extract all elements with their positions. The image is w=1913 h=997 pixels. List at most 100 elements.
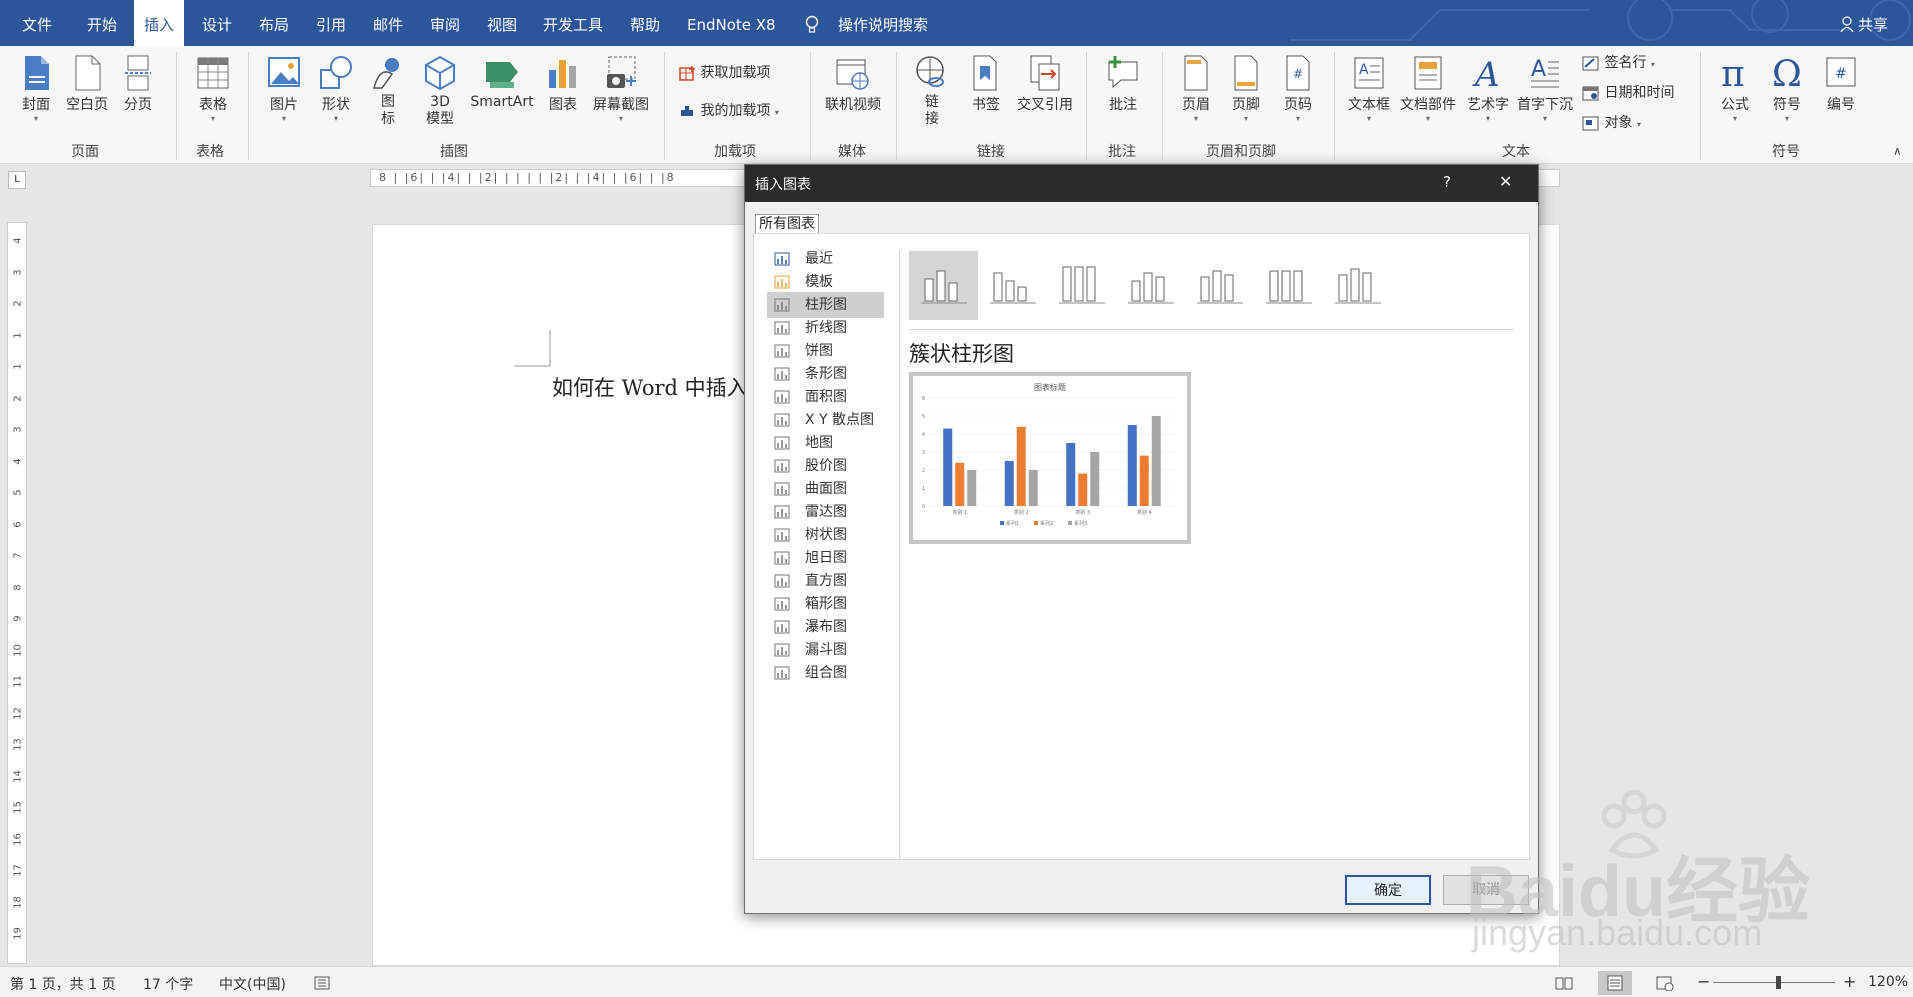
collapse-ribbon-icon[interactable]: ∧ xyxy=(1893,144,1902,158)
wordart-button[interactable]: A 艺术字 ▾ xyxy=(1462,54,1514,124)
tab-design[interactable]: 设计 xyxy=(202,0,232,46)
tab-mailings[interactable]: 邮件 xyxy=(373,0,403,46)
chart-category-item[interactable]: 组合图 xyxy=(767,660,884,686)
document-text[interactable]: 如何在 Word 中插入 xyxy=(552,372,748,402)
calendar-icon xyxy=(1582,86,1599,101)
chart-subtype-option[interactable] xyxy=(1254,251,1323,320)
chart-category-icon xyxy=(774,275,790,289)
tab-file[interactable]: 文件 xyxy=(22,0,52,46)
tab-endnote[interactable]: EndNote X8 xyxy=(687,0,776,46)
cross-reference-button[interactable]: 交叉引用 xyxy=(1012,54,1078,114)
chart-category-icon xyxy=(774,551,790,565)
tab-references[interactable]: 引用 xyxy=(316,0,346,46)
3d-models-button[interactable]: 3D 模型 xyxy=(418,54,462,128)
y-tick-label: 2 xyxy=(922,468,925,474)
print-layout-icon[interactable] xyxy=(1605,975,1625,991)
tab-layout[interactable]: 布局 xyxy=(259,0,289,46)
equation-button[interactable]: π 公式 ▾ xyxy=(1712,52,1758,124)
tab-all-charts[interactable]: 所有图表 xyxy=(755,214,819,233)
y-tick-label: 4 xyxy=(922,432,925,438)
get-addins-button[interactable]: 获取加载项 xyxy=(678,62,770,82)
ok-button[interactable]: 确定 xyxy=(1345,875,1431,905)
drop-cap-icon: A xyxy=(1531,57,1559,88)
header-button[interactable]: 页眉 ▾ xyxy=(1174,54,1218,124)
chart-subtype-option[interactable] xyxy=(978,251,1047,320)
tab-developer[interactable]: 开发工具 xyxy=(543,0,603,46)
page-info[interactable]: 第 1 页，共 1 页 xyxy=(10,974,116,994)
chart-button[interactable]: 图表 xyxy=(543,54,583,114)
language-indicator[interactable]: 中文(中国) xyxy=(219,974,286,994)
blank-page-button[interactable]: 空白页 xyxy=(62,54,112,114)
chart-subtype-option[interactable] xyxy=(1047,251,1116,320)
pictures-button[interactable]: 图片 ▾ xyxy=(262,54,306,124)
zoom-slider-thumb[interactable] xyxy=(1776,976,1781,989)
table-button[interactable]: 表格 ▾ xyxy=(188,54,238,124)
pictures-label: 图片 xyxy=(270,97,298,113)
tab-review[interactable]: 审阅 xyxy=(430,0,460,46)
quick-parts-button[interactable]: 文档部件 ▾ xyxy=(1398,54,1458,124)
chart-subtype-option[interactable] xyxy=(1323,251,1392,320)
comment-button[interactable]: 批注 xyxy=(1098,54,1148,114)
ruler-number: 8 xyxy=(12,583,24,591)
chart-label: 图表 xyxy=(549,97,577,113)
help-button[interactable]: ? xyxy=(1443,173,1451,191)
chart-subtype-option[interactable] xyxy=(1185,251,1254,320)
my-addins-button[interactable]: 我的加载项 ▾ xyxy=(678,100,779,120)
group-separator xyxy=(176,52,177,160)
link-button[interactable]: 链 接 xyxy=(910,54,954,128)
signature-line-label: 签名行 xyxy=(1604,55,1647,71)
share-button[interactable]: 共享 xyxy=(1858,0,1888,46)
svg-text:π: π xyxy=(1721,54,1745,92)
cover-page-button[interactable]: 封面 ▾ xyxy=(14,54,58,124)
tab-help[interactable]: 帮助 xyxy=(630,0,660,46)
smartart-button[interactable]: SmartArt xyxy=(466,54,538,110)
tab-selector[interactable]: L xyxy=(8,171,26,189)
drop-cap-button[interactable]: A 首字下沉 ▾ xyxy=(1514,54,1576,124)
group-label-media: 媒体 xyxy=(838,144,866,160)
symbol-button[interactable]: Ω 符号 ▾ xyxy=(1764,52,1810,124)
shapes-button[interactable]: 形状 ▾ xyxy=(314,54,358,124)
close-button[interactable]: ✕ xyxy=(1499,172,1512,191)
group-label-header-footer: 页眉和页脚 xyxy=(1206,144,1276,160)
word-count[interactable]: 17 个字 xyxy=(143,974,193,994)
cross-reference-label: 交叉引用 xyxy=(1017,97,1073,113)
chart-bar xyxy=(1090,452,1100,506)
online-video-button[interactable]: 联机视频 xyxy=(818,54,888,114)
ruler-number: 4 xyxy=(12,457,24,465)
ruler-number: 15 xyxy=(12,801,24,814)
vertical-ruler[interactable]: 4 3 2 1 1 2 3 4 5 6 7 8 9 10 11 12 13 14 15 16 17 18 19 xyxy=(7,222,27,964)
zoom-slider-track[interactable] xyxy=(1713,982,1835,983)
macro-record-icon[interactable] xyxy=(314,976,330,990)
chart-subtype-option[interactable] xyxy=(909,251,978,320)
footer-button[interactable]: 页脚 ▾ xyxy=(1224,54,1268,124)
smartart-label: SmartArt xyxy=(470,94,534,110)
page-number-button[interactable]: # 页码 ▾ xyxy=(1276,54,1320,124)
text-box-button[interactable]: A 文本框 ▾ xyxy=(1344,54,1394,124)
ruler-number: 11 xyxy=(12,675,24,688)
signature-line-button[interactable]: 签名行 ▾ xyxy=(1582,52,1655,72)
screenshot-button[interactable]: 屏幕截图 ▾ xyxy=(588,54,654,124)
zoom-in-button[interactable]: + xyxy=(1843,972,1856,991)
zoom-level[interactable]: 120% xyxy=(1868,974,1908,990)
read-mode-icon[interactable] xyxy=(1554,975,1574,991)
chart-preview[interactable]: 图表标题 0 1 2 3 4 5 6 类别 1 类别 2 类别 3 类别 4 系列1 系列2 系列3 xyxy=(909,372,1191,544)
bookmark-button[interactable]: 书签 xyxy=(964,54,1008,114)
web-layout-icon[interactable] xyxy=(1655,975,1675,991)
tell-me-search[interactable]: 操作说明搜索 xyxy=(838,0,928,46)
chart-subtype-option[interactable] xyxy=(1116,251,1185,320)
object-button[interactable]: 对象 ▾ xyxy=(1582,112,1641,132)
tab-insert[interactable]: 插入 xyxy=(134,0,185,46)
cancel-button[interactable]: 取消 xyxy=(1443,875,1529,905)
page-break-button[interactable]: 分页 xyxy=(116,54,160,114)
tab-view[interactable]: 视图 xyxy=(487,0,517,46)
numbering-button[interactable]: # 编号 xyxy=(1818,54,1864,114)
insert-chart-dialog: 插入图表 ? ✕ 所有图表 最近 模板 柱形图 折线图 饼图 条形图 面积图 X Y 散点图地… xyxy=(744,164,1539,914)
chart-bar xyxy=(955,462,965,506)
tab-home[interactable]: 开始 xyxy=(87,0,117,46)
picture-icon xyxy=(268,57,300,87)
numbering-icon: # xyxy=(1826,57,1856,87)
icons-button[interactable]: 图 标 xyxy=(366,54,410,128)
date-time-button[interactable]: 日期和时间 xyxy=(1582,82,1674,102)
dropdown-arrow-icon: ▾ xyxy=(333,114,338,123)
zoom-out-button[interactable]: − xyxy=(1697,972,1710,991)
